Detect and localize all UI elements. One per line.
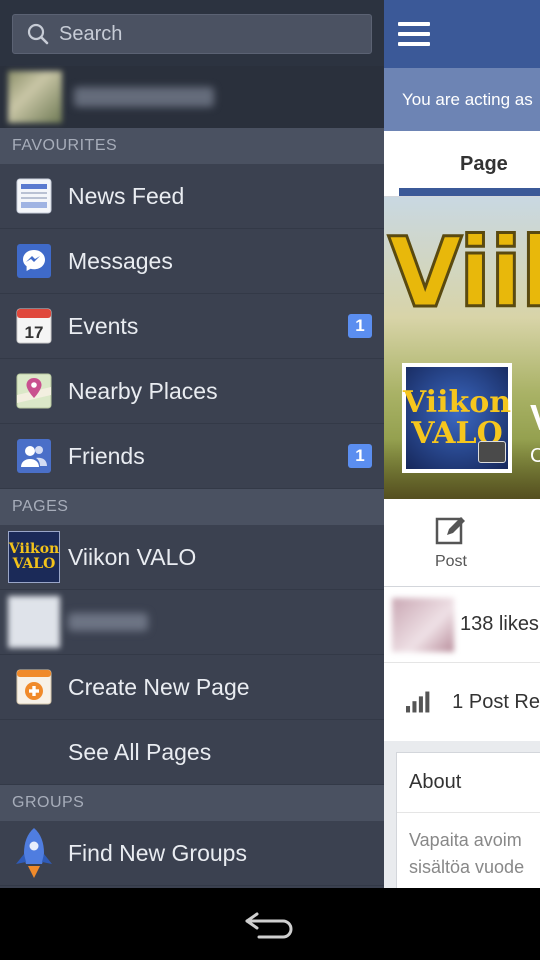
likes-count: 138 likes [460, 613, 539, 635]
page-logo-thumbnail: Viikon VALO [8, 531, 60, 583]
sidebar-item-label: See All Pages [68, 738, 212, 765]
liker-avatar-redacted [392, 597, 454, 652]
section-header-pages: PAGES [0, 489, 384, 525]
section-header-groups: GROUPS [0, 785, 384, 821]
rocket-icon [16, 828, 52, 878]
profile-row[interactable] [0, 66, 384, 128]
page-category: C [530, 445, 540, 467]
search-icon [27, 23, 49, 45]
sidebar-item-messages[interactable]: Messages [0, 229, 384, 294]
top-app-bar [384, 0, 540, 68]
page-name: V [530, 397, 540, 439]
sidebar-item-label: News Feed [68, 182, 185, 209]
sidebar-item-page-redacted[interactable] [0, 590, 384, 655]
sidebar-item-label: Find New Groups [68, 839, 247, 866]
sidebar-item-friends[interactable]: Friends 1 [0, 424, 384, 489]
sidebar-item-label: Events [68, 312, 139, 339]
page-content-peek: You are acting as Page Viik Viikon VALO … [384, 0, 540, 888]
page-actions: Post [384, 499, 540, 587]
compose-icon [435, 517, 465, 545]
search-input[interactable]: Search [12, 14, 372, 54]
create-page-icon [16, 669, 52, 705]
notification-badge: 1 [348, 314, 372, 338]
search-placeholder: Search [59, 22, 123, 45]
post-label: Post [434, 553, 467, 570]
nearby-places-icon [16, 373, 52, 409]
page-name-redacted [68, 613, 148, 631]
sidebar-item-news-feed[interactable]: News Feed [0, 164, 384, 229]
sidebar-item-create-new-page[interactable]: Create New Page [0, 655, 384, 720]
post-reach-text: 1 Post Re [452, 690, 540, 713]
sidebar-item-events[interactable]: 17 Events 1 [0, 294, 384, 359]
section-header-favourites: FAVOURITES [0, 128, 384, 164]
about-description: Vapaita avoim sisältöa vuode [409, 830, 525, 877]
hamburger-menu-icon[interactable] [398, 21, 430, 47]
sidebar-item-label: Nearby Places [68, 377, 218, 404]
page-tabs: Page [384, 131, 540, 197]
sidebar-item-label: Friends [68, 442, 145, 469]
sidebar-item-label: Viikon VALO [68, 543, 197, 570]
system-navigation-bar [0, 888, 540, 960]
profile-name-redacted [74, 87, 214, 107]
cover-photo[interactable]: Viik Viikon VALO V C [384, 197, 540, 499]
avatar [8, 71, 62, 123]
search-bar: Search [0, 0, 384, 66]
logo-line1: Viikon [402, 384, 512, 420]
notification-badge: 1 [348, 444, 372, 468]
camera-icon[interactable] [478, 441, 506, 463]
back-arrow-icon[interactable] [243, 908, 297, 940]
sidebar-item-label: Create New Page [68, 673, 250, 700]
sidebar-item-page-viikon-valo[interactable]: Viikon VALO Viikon VALO [0, 525, 384, 590]
about-card[interactable]: About Vapaita avoim sisältöa vuode [396, 752, 540, 888]
post-reach-row[interactable]: 1 Post Re [384, 663, 540, 741]
calendar-day: 17 [25, 323, 44, 342]
post-button[interactable]: Post [428, 515, 474, 571]
sidebar-item-see-all-pages[interactable]: See All Pages [0, 720, 384, 785]
sidebar-item-nearby-places[interactable]: Nearby Places [0, 359, 384, 424]
signal-bars-icon [406, 691, 430, 713]
friends-icon [17, 439, 51, 473]
news-feed-icon [16, 178, 52, 214]
about-title: About [397, 753, 540, 813]
page-profile-picture[interactable]: Viikon VALO [402, 363, 512, 473]
sidebar-item-find-new-groups[interactable]: Find New Groups [0, 821, 384, 886]
active-tab-indicator [399, 188, 540, 196]
events-calendar-icon: 17 [16, 308, 52, 344]
cover-title-text: Viik [386, 216, 540, 331]
navigation-drawer: Search FAVOURITES News Feed Messages 17 … [0, 0, 384, 888]
likes-row[interactable]: 138 likes [384, 587, 540, 663]
messages-icon [17, 244, 51, 278]
sidebar-item-label: Messages [68, 247, 173, 274]
page-thumbnail-redacted [8, 596, 60, 648]
acting-as-banner: You are acting as [384, 68, 540, 131]
